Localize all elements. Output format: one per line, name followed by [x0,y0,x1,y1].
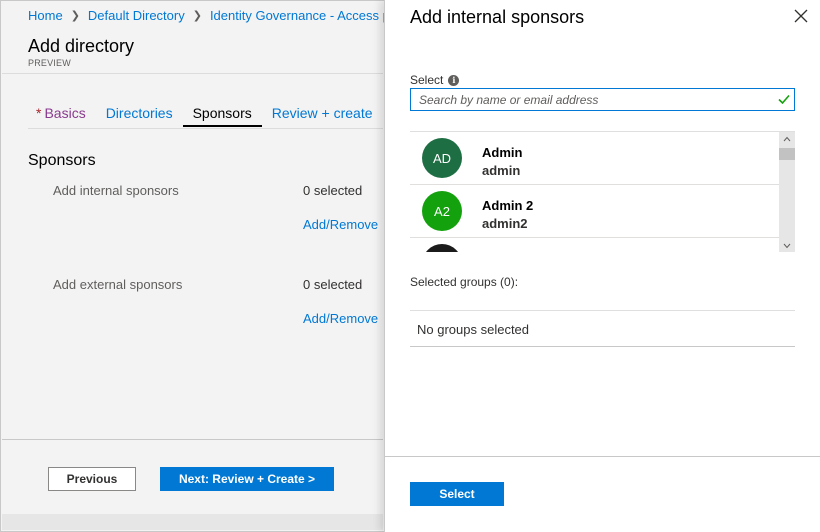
vertical-scrollbar[interactable] [779,132,795,252]
user-list: AD Admin admin A2 Admin 2 admin2 [410,131,795,252]
user-username: admin2 [482,216,528,231]
select-button[interactable]: Select [410,482,504,506]
chevron-down-icon[interactable] [779,239,795,252]
search-box [410,88,795,111]
list-item[interactable]: A2 Admin 2 admin2 [410,185,779,238]
user-username: admin [482,163,521,178]
divider [410,346,795,347]
chevron-right-icon: ❯ [70,10,80,22]
close-icon[interactable] [792,7,810,25]
avatar: AD [422,138,462,178]
divider [385,456,820,457]
external-sponsors-label: Add external sponsors [53,277,183,292]
internal-add-remove-link[interactable]: Add/Remove [303,217,378,232]
page-subtitle: PREVIEW [28,58,71,68]
divider [410,310,795,311]
required-mark: * [36,105,42,121]
tab-basics-label: Basics [44,105,86,121]
internal-sponsors-count: 0 selected [303,183,363,198]
breadcrumb: Home ❯ Default Directory ❯ Identity Gove… [28,8,397,23]
info-icon[interactable]: i [448,74,460,86]
internal-sponsors-label: Add internal sponsors [53,183,179,198]
tab-basics[interactable]: * Basics [28,105,96,127]
divider [2,439,383,440]
divider [2,73,383,74]
list-item[interactable] [410,238,779,252]
avatar [422,244,462,252]
add-internal-sponsors-panel: Add internal sponsors Select i AD Admin … [384,0,820,532]
user-name: Admin [482,145,523,160]
select-label: Select [410,73,444,87]
selected-groups-label: Selected groups (0): [410,275,519,289]
divider [28,128,383,129]
breadcrumb-default-directory[interactable]: Default Directory [88,8,185,23]
breadcrumb-identity-governance[interactable]: Identity Governance - Access pa [210,8,397,23]
tab-sponsors[interactable]: Sponsors [182,105,262,127]
no-groups-text: No groups selected [417,322,530,337]
section-title: Sponsors [28,152,96,169]
list-item[interactable]: AD Admin admin [410,132,779,185]
user-name: Admin 2 [482,198,534,213]
search-input[interactable] [411,89,761,110]
external-add-remove-link[interactable]: Add/Remove [303,311,378,326]
previous-button[interactable]: Previous [48,467,136,491]
scrollbar-thumb[interactable] [779,148,795,160]
chevron-up-icon[interactable] [779,132,795,146]
horizontal-scrollbar[interactable] [2,514,383,530]
chevron-right-icon: ❯ [192,10,202,22]
panel-title: Add internal sponsors [410,7,585,27]
wizard-tabs: * Basics Directories Sponsors Review + cr… [28,105,383,127]
avatar: A2 [422,191,462,231]
page-title: Add directory [28,36,135,56]
next-review-create-button[interactable]: Next: Review + Create > [160,467,334,491]
external-sponsors-count: 0 selected [303,277,363,292]
tab-directories[interactable]: Directories [96,105,183,127]
checkmark-icon [777,92,791,111]
select-label-row: Select i [410,73,460,87]
breadcrumb-home[interactable]: Home [28,8,63,23]
tab-review-create[interactable]: Review + create [262,105,383,127]
